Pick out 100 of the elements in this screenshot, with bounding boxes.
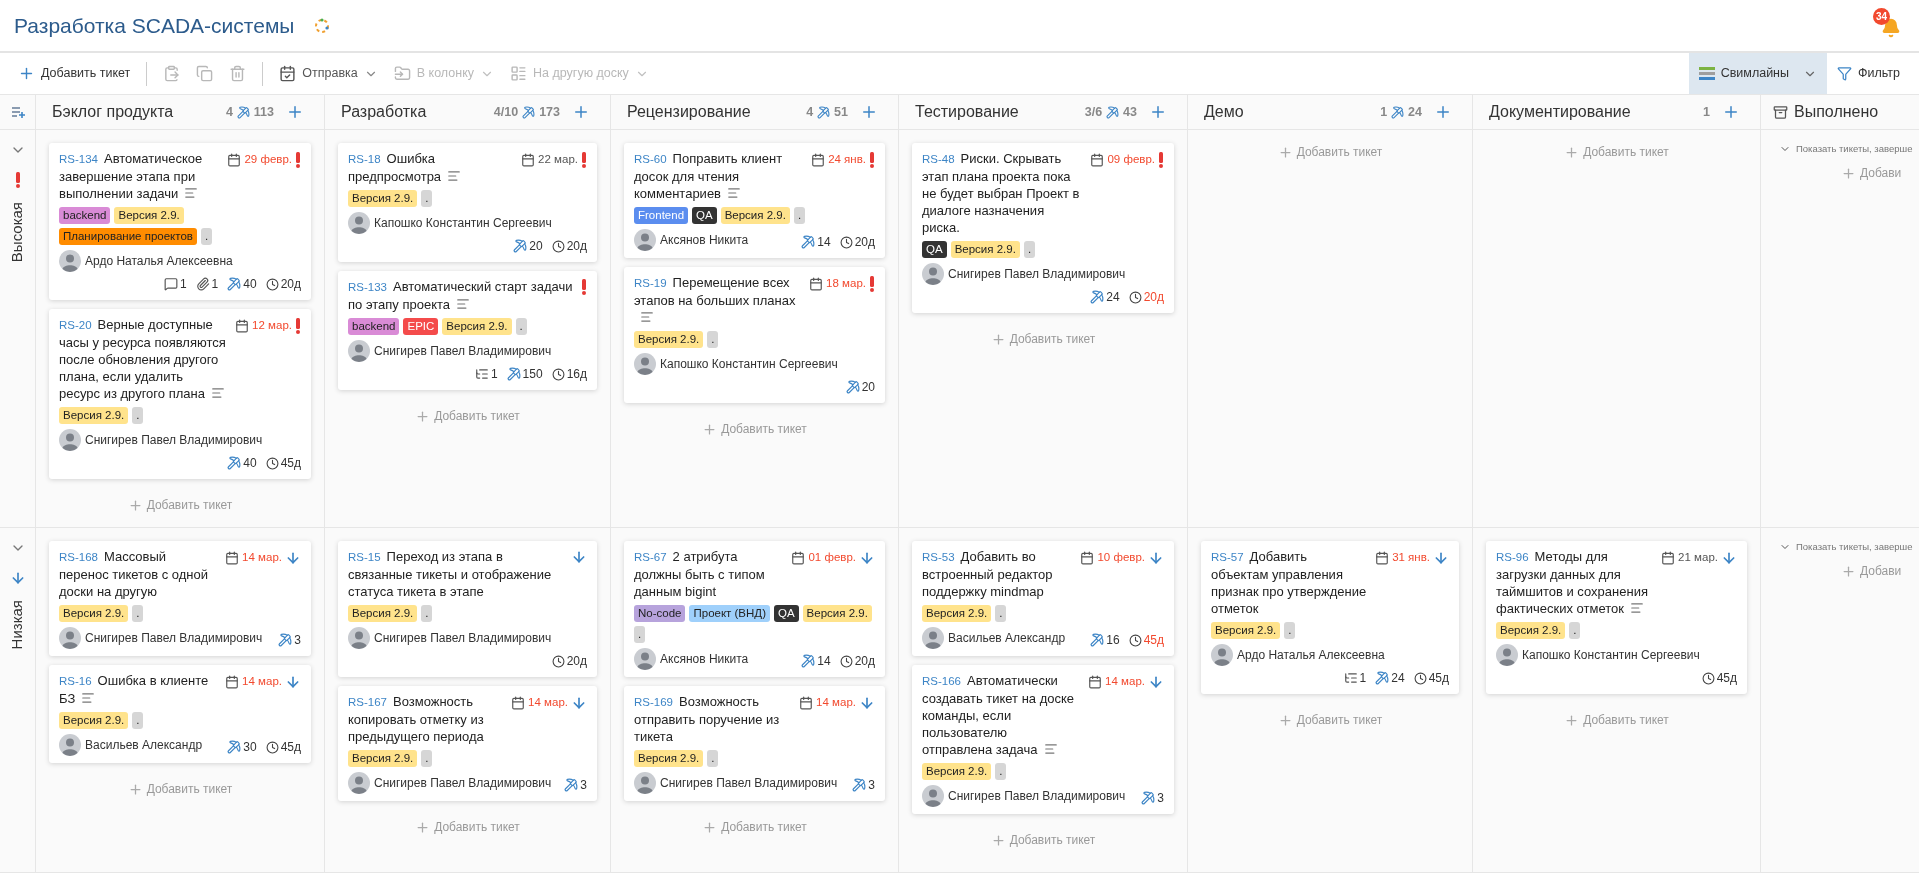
ticket-id[interactable]: RS-19 [634,277,667,289]
add-ticket-button[interactable]: Добавить тикет [702,420,807,438]
stat-value: 20д [280,276,301,293]
ticket-id[interactable]: RS-57 [1211,551,1244,563]
tag: Версия 2.9. [634,750,704,767]
ticket-card[interactable]: RS-67 2 атрибута должны быть с типом данным bigint 01 февр. No-code Проект (ВНД) QA Версия 2.9. . Аксянов Никита 14 20д [624,541,885,677]
tag: . [515,318,527,335]
clock-icon [1128,290,1142,304]
assignee-name: Капошко Константин Сергеевич [374,215,552,232]
ticket-id[interactable]: RS-169 [634,696,673,708]
tag: . [132,605,144,622]
ticket-id[interactable]: RS-96 [1496,551,1529,563]
ticket-card[interactable]: RS-168 Массовый перенос тикетов с одной доски на другую 14 мар. Версия 2.9. . Снигирев Павел Владимирович 3 [49,541,311,656]
ticket-title: RS-168 Массовый перенос тикетов с одной доски на другую [59,548,209,600]
pickaxe-icon [227,456,242,470]
clock-icon [1413,671,1427,685]
tag: QA [922,241,947,258]
tag: . [1284,622,1296,639]
ticket-card[interactable]: RS-169 Возможность отправить поручение из тикета 14 мар. Версия 2.9. . Снигирев Павел Владимирович 3 [624,686,885,801]
add-ticket-button[interactable]: Добави [1841,562,1902,581]
add-ticket-button[interactable]: Добавить тикет [415,407,520,425]
tag: Версия 2.9. [1496,622,1566,639]
avatar [348,340,370,362]
show-completed-toggle[interactable]: Показать тикеты, заверше [1779,142,1913,157]
ticket-card[interactable]: RS-53 Добавить во встроенный редактор поддержку mindmap 10 февр. Версия 2.9. . Васильев Александр 16 45д [912,541,1174,656]
add-ticket-button[interactable]: Добави [1841,164,1902,183]
ticket-id[interactable]: RS-67 [634,551,667,563]
ticket-card[interactable]: RS-18 Ошибка предпросмотра 22 мар. Версия 2.9. . Капошко Константин Сергеевич 20 20д [338,143,597,262]
toolbar-button[interactable]: Добавить тикет [12,58,137,89]
stat-value: 3 [1157,790,1164,807]
ticket-id[interactable]: RS-134 [59,153,98,165]
add-icon[interactable] [1434,103,1452,121]
ticket-card[interactable]: RS-16 Ошибка в клиенте БЗ 14 мар. Версия 2.9. . Васильев Александр 30 45д [49,665,311,763]
add-ticket-button[interactable]: Добавить тикет [1277,143,1383,161]
ticket-card[interactable]: RS-57 Добавить объектам управления признак про утверждение отметок 31 янв. Версия 2.9. . Ардо Наталья Алексеевна 1 24 45д [1201,541,1459,694]
ticket-card[interactable]: RS-96 Методы для загрузки данных для таймшитов и сохранения фактических отметок 21 мар. Версия 2.9. . Капошко Константин Сергеевич 45д [1486,541,1747,694]
ticket-card[interactable]: RS-134 Автоматическое завершение этапа при выполнении задачи 29 февр. backend Версия 2.9. Планирование проектов . Ардо Наталья Алексеевна 1 1 40 20д [49,143,311,300]
due-date: 14 мар. [1105,674,1145,689]
add-ticket-button[interactable]: Добавить тикет [415,818,520,836]
ticket-card[interactable]: RS-20 Верные доступные часы у ресурса появляются после обновления другого плана, если удалить ресурс из другого плана 12 мар. Версия 2.9. . Снигирев Павел Владимирович 40 45д [49,309,311,479]
add-ticket-button[interactable]: Добавить тикет [990,831,1096,849]
plus-icon [127,497,143,513]
plus-icon [127,781,143,797]
add-ticket-button[interactable]: Добавить тикет [1277,711,1383,729]
add-icon[interactable] [860,103,878,121]
ticket-id[interactable]: RS-168 [59,551,98,563]
ticket-id[interactable]: RS-60 [634,153,667,165]
show-completed-toggle[interactable]: Показать тикеты, заверше [1779,540,1913,555]
trash-icon [229,65,247,82]
swimlanes-button[interactable]: Свимлайны [1688,53,1827,94]
ticket-id[interactable]: RS-53 [922,551,955,563]
add-icon[interactable] [1149,103,1167,121]
add-ticket-button[interactable]: Добавить тикет [1564,143,1669,161]
stat-value: 14 [817,234,831,251]
ticket-card[interactable]: RS-19 Перемещение всех этапов на больших планах 18 мар. Версия 2.9. . Капошко Константин Сергеевич 20 [624,267,885,403]
toolbar-button[interactable]: Отправка [273,58,384,89]
ticket-id[interactable]: RS-133 [348,281,387,293]
ticket-card[interactable]: RS-15 Переход из этапа в связанные тикеты и отображение статуса тикета в этапе Версия 2.9. . Снигирев Павел Владимирович 20д [338,541,597,677]
points-total: 24 [1408,103,1422,121]
stat-value: 24 [1106,289,1120,306]
tag: . [1569,622,1581,639]
ticket-title: RS-19 Перемещение всех этапов на больших планах [634,274,802,326]
add-swimlane-icon[interactable] [10,105,25,119]
tag: Версия 2.9. [348,190,418,207]
ticket-count: 4 [806,103,814,121]
add-ticket-button[interactable]: Добавить тикет [127,496,233,514]
add-ticket-button[interactable]: Добавить тикет [990,330,1096,348]
clock-icon [265,740,279,754]
ticket-title: RS-134 Автоматическое завершение этапа при выполнении задачи [59,150,204,202]
ticket-id[interactable]: RS-16 [59,675,92,687]
add-ticket-button[interactable]: Добавить тикет [702,818,807,836]
ticket-card[interactable]: RS-133 Автоматический старт задачи по этапу проекта backend EPIC Версия 2.9. . Снигирев Павел Владимирович 1 150 16д [338,271,597,390]
tag: No-code [634,605,686,622]
plus-icon [18,65,35,82]
ticket-id[interactable]: RS-48 [922,153,955,165]
calendar-icon [1090,152,1105,167]
ticket-id[interactable]: RS-167 [348,696,387,708]
due-date: 18 мар. [826,276,866,291]
tag: Версия 2.9. [634,331,704,348]
tag: . [421,190,433,207]
add-icon[interactable] [286,103,304,121]
calendar-icon [1661,550,1676,565]
add-icon[interactable] [572,103,590,121]
add-icon[interactable] [1722,103,1740,121]
ticket-id[interactable]: RS-166 [922,675,961,687]
pickaxe-icon [1090,633,1105,647]
ticket-id[interactable]: RS-18 [348,153,381,165]
plus-icon [990,331,1006,347]
ticket-card[interactable]: RS-167 Возможность копировать отметку из предыдущего периода 14 мар. Версия 2.9. . Снигирев Павел Владимирович 3 [338,686,597,801]
stat-value: 20д [566,238,587,255]
ticket-card[interactable]: RS-48 Риски. Скрывать этап плана проекта пока не будет выбран Проект в диалоге назначения риска. 09 февр. QA Версия 2.9. . Снигирев Павел Владимирович 24 20д [912,143,1174,313]
add-ticket-button[interactable]: Добавить тикет [127,780,233,798]
ticket-id[interactable]: RS-20 [59,319,92,331]
ticket-id[interactable]: RS-15 [348,551,381,563]
add-ticket-button[interactable]: Добавить тикет [1564,711,1669,729]
ticket-card[interactable]: RS-60 Поправить клиент досок для чтения комментариев 24 янв. Frontend QA Версия 2.9. . Аксянов Никита 14 20д [624,143,885,258]
stat-value: 3 [294,632,301,649]
swimlanes-icon [1698,66,1715,81]
ticket-card[interactable]: RS-166 Автоматически создавать тикет на доске команды, если пользователю отправлена задача 14 мар. Версия 2.9. . Снигирев Павел Владимирович 3 [912,665,1174,814]
stat-value: 40 [243,276,257,293]
